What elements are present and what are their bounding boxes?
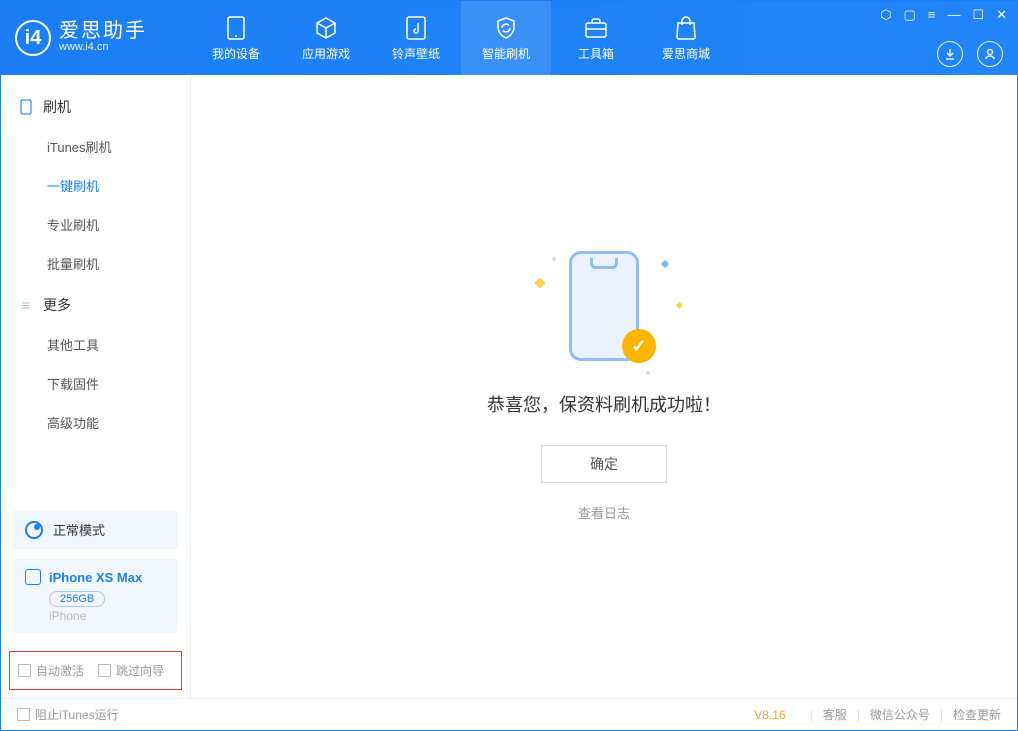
sidebar-group-flash: 刷机 xyxy=(1,85,190,127)
app-name: 爱思助手 xyxy=(59,21,147,41)
phone-small-icon xyxy=(19,100,33,114)
status-bar: 阻止iTunes运行 V8.16 | 客服 | 微信公众号 | 检查更新 xyxy=(1,698,1017,730)
tab-toolbox[interactable]: 工具箱 xyxy=(551,1,641,75)
user-icon[interactable] xyxy=(977,41,1003,67)
checkbox-skip-guide[interactable]: 跳过向导 xyxy=(98,662,164,679)
shield-refresh-icon xyxy=(493,15,519,41)
menu-icon[interactable]: ≡ xyxy=(928,7,936,23)
close-button[interactable]: ✕ xyxy=(996,7,1007,23)
tab-smart-flash[interactable]: 智能刷机 xyxy=(461,1,551,75)
checkbox-label: 跳过向导 xyxy=(116,664,164,678)
main-content: ✓ 恭喜您，保资料刷机成功啦！ 确定 查看日志 xyxy=(191,75,1017,698)
tab-ringtone-wallpaper[interactable]: 铃声壁纸 xyxy=(371,1,461,75)
app-domain: www.i4.cn xyxy=(59,41,147,54)
tab-my-device[interactable]: 我的设备 xyxy=(191,1,281,75)
tab-label: 应用游戏 xyxy=(302,45,350,62)
main-tabs: 我的设备 应用游戏 铃声壁纸 智能刷机 工具箱 爱思商城 xyxy=(191,1,731,75)
tab-label: 我的设备 xyxy=(212,45,260,62)
sidebar-item-batch-flash[interactable]: 批量刷机 xyxy=(1,244,190,283)
checkbox-block-itunes[interactable]: 阻止iTunes运行 xyxy=(17,706,119,723)
briefcase-icon xyxy=(583,15,609,41)
app-header: i4 爱思助手 www.i4.cn 我的设备 应用游戏 铃声壁纸 智能刷机 工具… xyxy=(1,1,1017,75)
mode-icon xyxy=(25,521,43,539)
tab-label: 爱思商城 xyxy=(662,45,710,62)
phone-icon xyxy=(223,15,249,41)
sidebar-item-other-tools[interactable]: 其他工具 xyxy=(1,325,190,364)
sidebar-group-more: ≡ 更多 xyxy=(1,283,190,325)
tab-label: 铃声壁纸 xyxy=(392,45,440,62)
tshirt-icon[interactable]: ⬡ xyxy=(880,7,891,23)
support-link[interactable]: 客服 xyxy=(823,706,847,723)
cube-icon xyxy=(313,15,339,41)
logo: i4 爱思助手 www.i4.cn xyxy=(1,1,191,75)
sidebar-group-title: 更多 xyxy=(43,295,71,315)
note-icon[interactable]: ▢ xyxy=(904,7,916,23)
device-name: iPhone XS Max xyxy=(49,570,142,585)
success-message: 恭喜您，保资料刷机成功啦！ xyxy=(487,391,721,417)
header-actions xyxy=(937,41,1003,67)
tab-apps-games[interactable]: 应用游戏 xyxy=(281,1,371,75)
check-update-link[interactable]: 检查更新 xyxy=(953,706,1001,723)
app-body: 刷机 iTunes刷机 一键刷机 专业刷机 批量刷机 ≡ 更多 其他工具 下载固… xyxy=(1,75,1017,698)
ok-button[interactable]: 确定 xyxy=(541,445,667,483)
sidebar-item-itunes-flash[interactable]: iTunes刷机 xyxy=(1,127,190,166)
wechat-link[interactable]: 微信公众号 xyxy=(870,706,930,723)
tab-store[interactable]: 爱思商城 xyxy=(641,1,731,75)
sidebar-item-pro-flash[interactable]: 专业刷机 xyxy=(1,205,190,244)
device-type: iPhone xyxy=(49,609,166,623)
checkbox-icon xyxy=(18,664,31,677)
sidebar-item-advanced[interactable]: 高级功能 xyxy=(1,403,190,442)
sidebar: 刷机 iTunes刷机 一键刷机 专业刷机 批量刷机 ≡ 更多 其他工具 下载固… xyxy=(1,75,191,698)
music-file-icon xyxy=(403,15,429,41)
sidebar-group-title: 刷机 xyxy=(43,97,71,117)
logo-icon: i4 xyxy=(15,20,51,56)
list-icon: ≡ xyxy=(19,298,33,312)
checkbox-icon xyxy=(98,664,111,677)
device-card[interactable]: iPhone XS Max 256GB iPhone xyxy=(13,559,178,633)
download-icon[interactable] xyxy=(937,41,963,67)
tab-label: 智能刷机 xyxy=(482,45,530,62)
sidebar-item-download-firmware[interactable]: 下载固件 xyxy=(1,364,190,403)
device-icon xyxy=(25,569,41,585)
mode-card[interactable]: 正常模式 xyxy=(13,510,178,549)
device-storage-badge: 256GB xyxy=(49,591,105,607)
checkbox-icon xyxy=(17,708,30,721)
window-controls: ⬡ ▢ ≡ — ☐ ✕ xyxy=(880,7,1007,23)
mode-label: 正常模式 xyxy=(53,520,105,539)
tab-label: 工具箱 xyxy=(578,45,614,62)
check-badge-icon: ✓ xyxy=(622,329,656,363)
checkbox-label: 阻止iTunes运行 xyxy=(35,708,119,722)
checkbox-label: 自动激活 xyxy=(36,664,84,678)
version-label: V8.16 xyxy=(754,708,785,722)
view-log-link[interactable]: 查看日志 xyxy=(578,503,630,522)
sidebar-item-one-click-flash[interactable]: 一键刷机 xyxy=(1,166,190,205)
minimize-button[interactable]: — xyxy=(947,7,960,23)
checkbox-auto-activate[interactable]: 自动激活 xyxy=(18,662,84,679)
success-illustration: ✓ xyxy=(524,251,684,371)
bag-icon xyxy=(673,15,699,41)
maximize-button[interactable]: ☐ xyxy=(972,7,984,23)
sidebar-options-highlight: 自动激活 跳过向导 xyxy=(9,651,182,690)
